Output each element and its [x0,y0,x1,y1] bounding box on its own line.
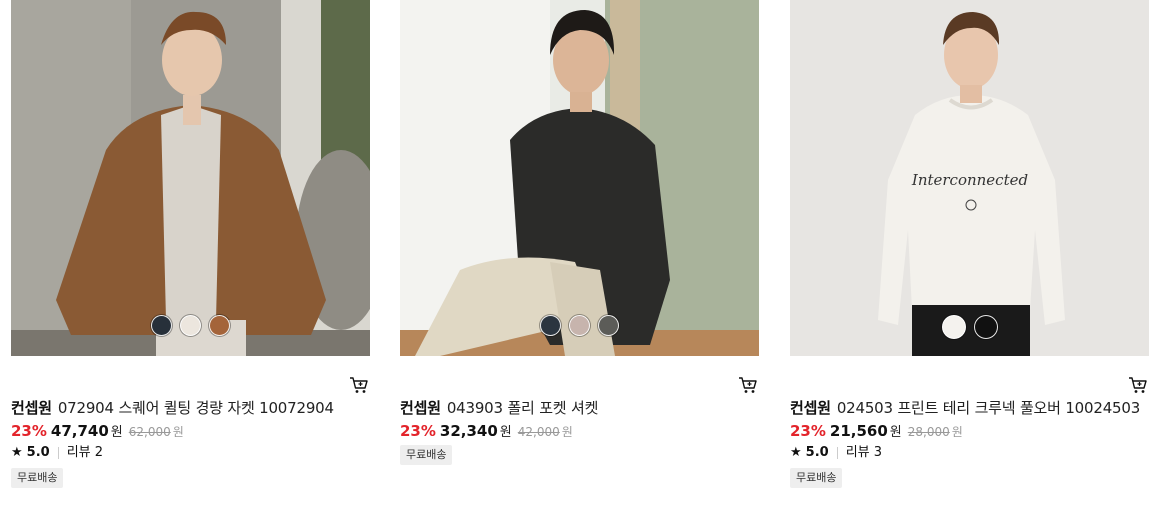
color-swatch[interactable] [151,315,172,336]
rating-line: ★ 5.0 리뷰 2 [11,444,371,462]
brand-name[interactable]: 컨셉원 [400,399,441,417]
color-swatch[interactable] [180,315,201,336]
color-swatch[interactable] [598,315,619,336]
product-name[interactable]: 072904 스퀘어 퀼팅 경량 자켓 10072904 [58,399,334,417]
currency-unit: 원 [110,425,123,440]
cart-row [400,356,760,393]
original-price: 62,000 [128,425,171,439]
original-price: 42,000 [517,425,560,439]
original-price: 28,000 [907,425,950,439]
product-title[interactable]: 컨셉원 043903 폴리 포켓 셔켓 [400,398,760,418]
product-grid: 컨셉원 072904 스퀘어 퀼팅 경량 자켓 10072904 23% 47,74… [0,0,1153,509]
price-line: 23% 21,560 원 28,000 원 [790,421,1150,443]
currency-unit: 원 [499,425,512,440]
rating-score: 5.0 [26,445,50,460]
divider [836,447,838,459]
color-swatches [790,315,1149,339]
color-swatch[interactable] [973,315,998,339]
original-currency-unit: 원 [172,425,184,439]
color-swatch[interactable] [209,315,230,336]
discount-rate: 23% [11,422,47,440]
product-card[interactable]: 컨셉원 072904 스퀘어 퀼팅 경량 자켓 10072904 23% 47,74… [11,0,371,488]
star-icon: ★ [11,445,23,460]
product-image[interactable] [400,0,759,356]
product-image[interactable]: Interconnected [790,0,1149,356]
product-image[interactable] [11,0,370,356]
brand-name[interactable]: 컨셉원 [790,399,831,417]
free-shipping-badge: 무료배송 [400,445,453,465]
color-swatches [11,315,370,336]
brand-name[interactable]: 컨셉원 [11,399,52,417]
divider [57,447,59,459]
product-photo [11,0,370,356]
sale-price: 21,560 [829,422,888,440]
product-title[interactable]: 컨셉원 024503 프린트 테리 크루넥 풀오버 10024503 [790,398,1150,418]
color-swatch[interactable] [941,315,966,339]
free-shipping-badge: 무료배송 [790,468,843,488]
price-line: 23% 47,740 원 62,000 원 [11,421,371,443]
color-swatch[interactable] [569,315,590,336]
discount-rate: 23% [790,422,826,440]
sweatshirt-print-text: Interconnected [911,171,1028,189]
sale-price: 47,740 [50,422,109,440]
color-swatches [400,315,759,336]
star-icon: ★ [790,445,802,460]
cart-icon[interactable] [349,376,369,394]
product-card[interactable]: 컨셉원 043903 폴리 포켓 셔켓 23% 32,340 원 42,000 원 무료배… [400,0,760,465]
cart-icon[interactable] [1128,376,1148,394]
rating-line: ★ 5.0 리뷰 3 [790,444,1150,462]
rating-score: 5.0 [805,445,829,460]
product-name[interactable]: 024503 프린트 테리 크루넥 풀오버 10024503 [837,399,1140,417]
color-swatch[interactable] [540,315,561,336]
cart-row [790,356,1150,393]
free-shipping-badge: 무료배송 [11,468,64,488]
product-name[interactable]: 043903 폴리 포켓 셔켓 [447,399,599,417]
discount-rate: 23% [400,422,436,440]
product-title[interactable]: 컨셉원 072904 스퀘어 퀼팅 경량 자켓 10072904 [11,398,371,418]
currency-unit: 원 [889,425,902,440]
cart-row [11,356,371,393]
review-count[interactable]: 리뷰 2 [67,444,103,462]
product-card[interactable]: Interconnected 컨셉원 024503 프린트 테리 크루넥 풀오버 … [790,0,1150,488]
sale-price: 32,340 [439,422,498,440]
cart-icon[interactable] [738,376,758,394]
original-currency-unit: 원 [561,425,573,439]
review-count[interactable]: 리뷰 3 [846,444,882,462]
product-photo: Interconnected [790,0,1149,356]
price-line: 23% 32,340 원 42,000 원 [400,421,760,443]
product-photo [400,0,759,356]
original-currency-unit: 원 [951,425,963,439]
